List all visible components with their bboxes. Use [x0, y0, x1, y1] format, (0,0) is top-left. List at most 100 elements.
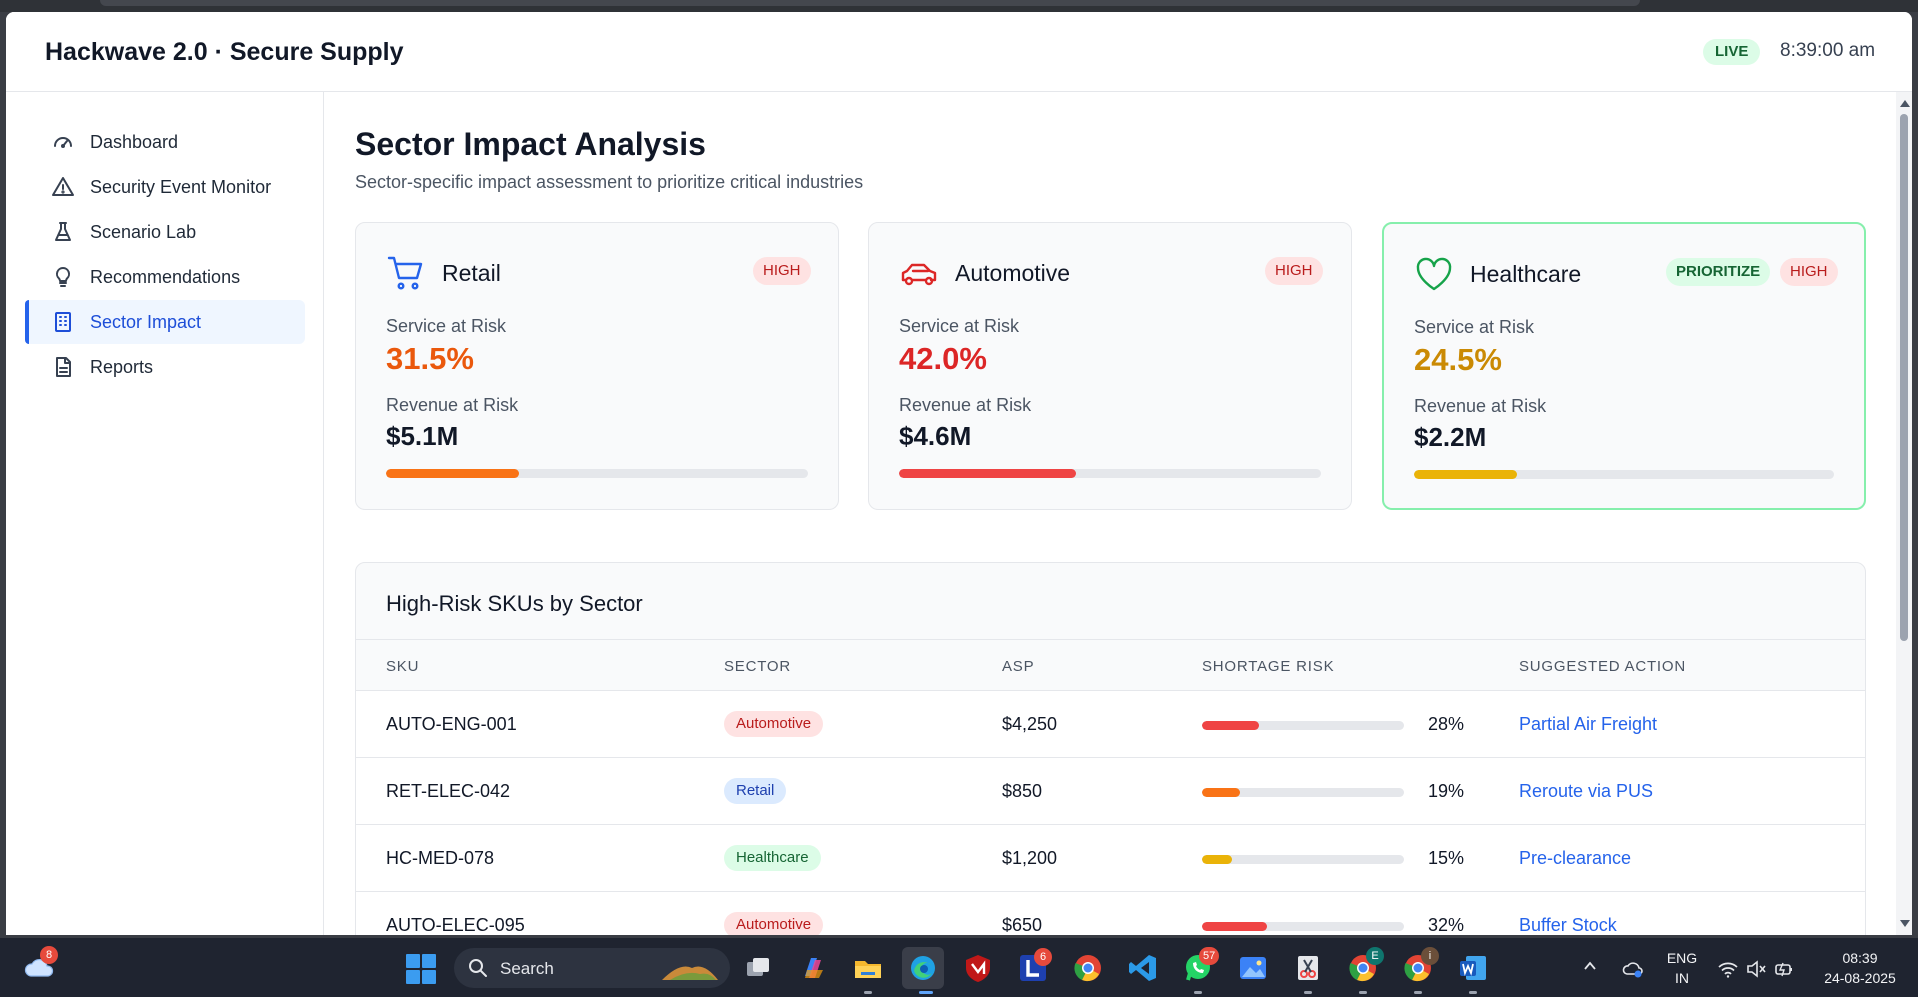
sector-tag: Automotive [724, 711, 824, 737]
sector-tag: Healthcare [724, 845, 821, 871]
column-header-shortage-risk[interactable]: SHORTAGE RISK [1202, 658, 1334, 675]
service-risk-label: Service at Risk [899, 316, 1020, 336]
chevron-up-icon[interactable] [1584, 960, 1596, 972]
asp-cell: $1,200 [1002, 848, 1058, 868]
table-row[interactable]: HC-MED-078 Healthcare $1,200 15% Pre-cle… [356, 825, 1865, 892]
table-title: High-Risk SKUs by Sector [386, 591, 643, 616]
suggested-action-link[interactable]: Reroute via PUS [1519, 781, 1653, 802]
scroll-up-arrow-icon[interactable] [1900, 100, 1910, 107]
sector-name: Healthcare [1470, 261, 1582, 287]
taskbar-date[interactable]: 24-08-2025 [1812, 970, 1908, 986]
running-indicator [1469, 991, 1477, 994]
service-risk-value: 24.5% [1414, 342, 1502, 377]
revenue-risk-label: Revenue at Risk [899, 395, 1032, 415]
service-risk-label: Service at Risk [1414, 317, 1535, 337]
photos-icon[interactable] [1237, 952, 1269, 984]
table-row[interactable]: AUTO-ENG-001 Automotive $4,250 28% Parti… [356, 691, 1865, 758]
sector-name: Retail [442, 260, 501, 286]
sector-tag: Retail [724, 778, 787, 804]
battery-charging-icon[interactable] [1773, 958, 1795, 980]
sector-name: Automotive [955, 260, 1071, 286]
sidebar-item-label: Security Event Monitor [90, 176, 272, 197]
gauge-icon [50, 129, 76, 155]
search-icon [469, 959, 487, 977]
shortage-risk-track [1202, 922, 1404, 931]
weather-badge: 8 [40, 946, 58, 964]
word-icon[interactable] [1457, 952, 1489, 984]
language-region: IN [1675, 970, 1689, 986]
snipping-tool-icon[interactable] [1292, 952, 1324, 984]
revenue-risk-label: Revenue at Risk [386, 395, 519, 415]
taskbar-search-box[interactable]: Search [454, 948, 730, 988]
sidebar-item-scenario-lab[interactable]: Scenario Lab [25, 210, 305, 254]
shortage-risk-percent: 28% [1427, 714, 1464, 734]
flask-icon [50, 219, 76, 245]
edge-browser-icon[interactable] [902, 947, 944, 989]
scroll-down-arrow-icon[interactable] [1900, 920, 1910, 927]
copilot-icon[interactable] [797, 952, 829, 984]
suggested-action-link[interactable]: Buffer Stock [1519, 915, 1617, 935]
severity-badge: HIGH [1780, 258, 1838, 286]
table-row[interactable]: RET-ELEC-042 Retail $850 19% Reroute via… [356, 758, 1865, 825]
column-header-sku[interactable]: SKU [386, 658, 419, 675]
windows-start-icon[interactable] [406, 954, 436, 984]
risk-progress-fill [899, 469, 1077, 478]
browser-top-strip [0, 0, 1918, 12]
column-header-suggested-action[interactable]: SUGGESTED ACTION [1519, 658, 1686, 675]
language-indicator[interactable]: ENG [1664, 950, 1700, 966]
sector-card-retail[interactable]: Retail HIGH Service at Risk 31.5% Revenu… [355, 222, 839, 510]
column-header-asp[interactable]: ASP [1002, 658, 1034, 675]
onedrive-sync-icon[interactable] [1622, 958, 1644, 980]
sidebar-item-dashboard[interactable]: Dashboard [25, 120, 305, 164]
building-icon [50, 309, 76, 335]
revenue-risk-value: $4.6M [899, 421, 972, 451]
column-header-sector[interactable]: SECTOR [724, 658, 791, 675]
alert-triangle-icon [50, 174, 76, 200]
shortage-risk-percent: 19% [1427, 781, 1464, 801]
sku-cell: RET-ELEC-042 [386, 781, 511, 801]
running-indicator [864, 991, 872, 994]
shortage-risk-track [1202, 788, 1404, 797]
chrome-icon[interactable] [1072, 952, 1104, 984]
sector-card-healthcare[interactable]: Healthcare PRIORITIZE HIGH Service at Ri… [1382, 222, 1866, 510]
sidebar-item-sector-impact[interactable]: Sector Impact [25, 300, 305, 344]
app-header: Hackwave 2.0 · Secure Supply LIVE 8:39:0… [6, 12, 1912, 92]
shortage-risk-percent: 32% [1427, 915, 1464, 935]
sector-card-automotive[interactable]: Automotive HIGH Service at Risk 42.0% Re… [868, 222, 1352, 510]
heart-icon [1414, 254, 1454, 294]
shortage-risk-fill [1202, 788, 1241, 797]
scroll-thumb[interactable] [1900, 114, 1908, 641]
sidebar-item-reports[interactable]: Reports [25, 345, 305, 389]
sidebar-item-recommendations[interactable]: Recommendations [25, 255, 305, 299]
speaker-muted-icon[interactable] [1745, 958, 1767, 980]
live-badge: LIVE [1703, 39, 1761, 65]
shortage-risk-percent: 15% [1427, 848, 1464, 868]
sku-cell: AUTO-ENG-001 [386, 714, 517, 734]
sidebar-item-security-event-monitor[interactable]: Security Event Monitor [25, 165, 305, 209]
wifi-icon[interactable] [1717, 958, 1739, 980]
page-subtitle: Sector-specific impact assessment to pri… [355, 172, 864, 192]
suggested-action-link[interactable]: Pre-clearance [1519, 848, 1631, 869]
sidebar-item-label: Sector Impact [90, 311, 202, 332]
revenue-risk-label: Revenue at Risk [1414, 396, 1547, 416]
search-label: Search [500, 959, 554, 978]
running-indicator [1414, 991, 1422, 994]
suggested-action-link[interactable]: Partial Air Freight [1519, 714, 1657, 735]
asp-cell: $850 [1002, 781, 1043, 801]
shortage-risk-fill [1202, 922, 1267, 931]
revenue-risk-value: $5.1M [386, 421, 459, 451]
os-taskbar: 8 Search 6 57 E i ENG IN 08:39 24-08-202… [0, 938, 1918, 997]
running-indicator [1194, 991, 1202, 994]
task-view-icon[interactable] [742, 952, 774, 984]
taskbar-time[interactable]: 08:39 [1812, 950, 1908, 966]
vscode-icon[interactable] [1127, 952, 1159, 984]
sector-tag: Automotive [724, 912, 824, 935]
page-title: Sector Impact Analysis [355, 126, 706, 162]
mcafee-icon[interactable] [962, 952, 994, 984]
file-explorer-icon[interactable] [852, 952, 884, 984]
main-scrollbar[interactable] [1896, 92, 1912, 935]
severity-badge: HIGH [1265, 257, 1323, 285]
app-window: Hackwave 2.0 · Secure Supply LIVE 8:39:0… [6, 12, 1912, 935]
table-row[interactable]: AUTO-ELEC-095 Automotive $650 32% Buffer… [356, 892, 1865, 935]
sidebar-item-label: Recommendations [90, 266, 241, 287]
